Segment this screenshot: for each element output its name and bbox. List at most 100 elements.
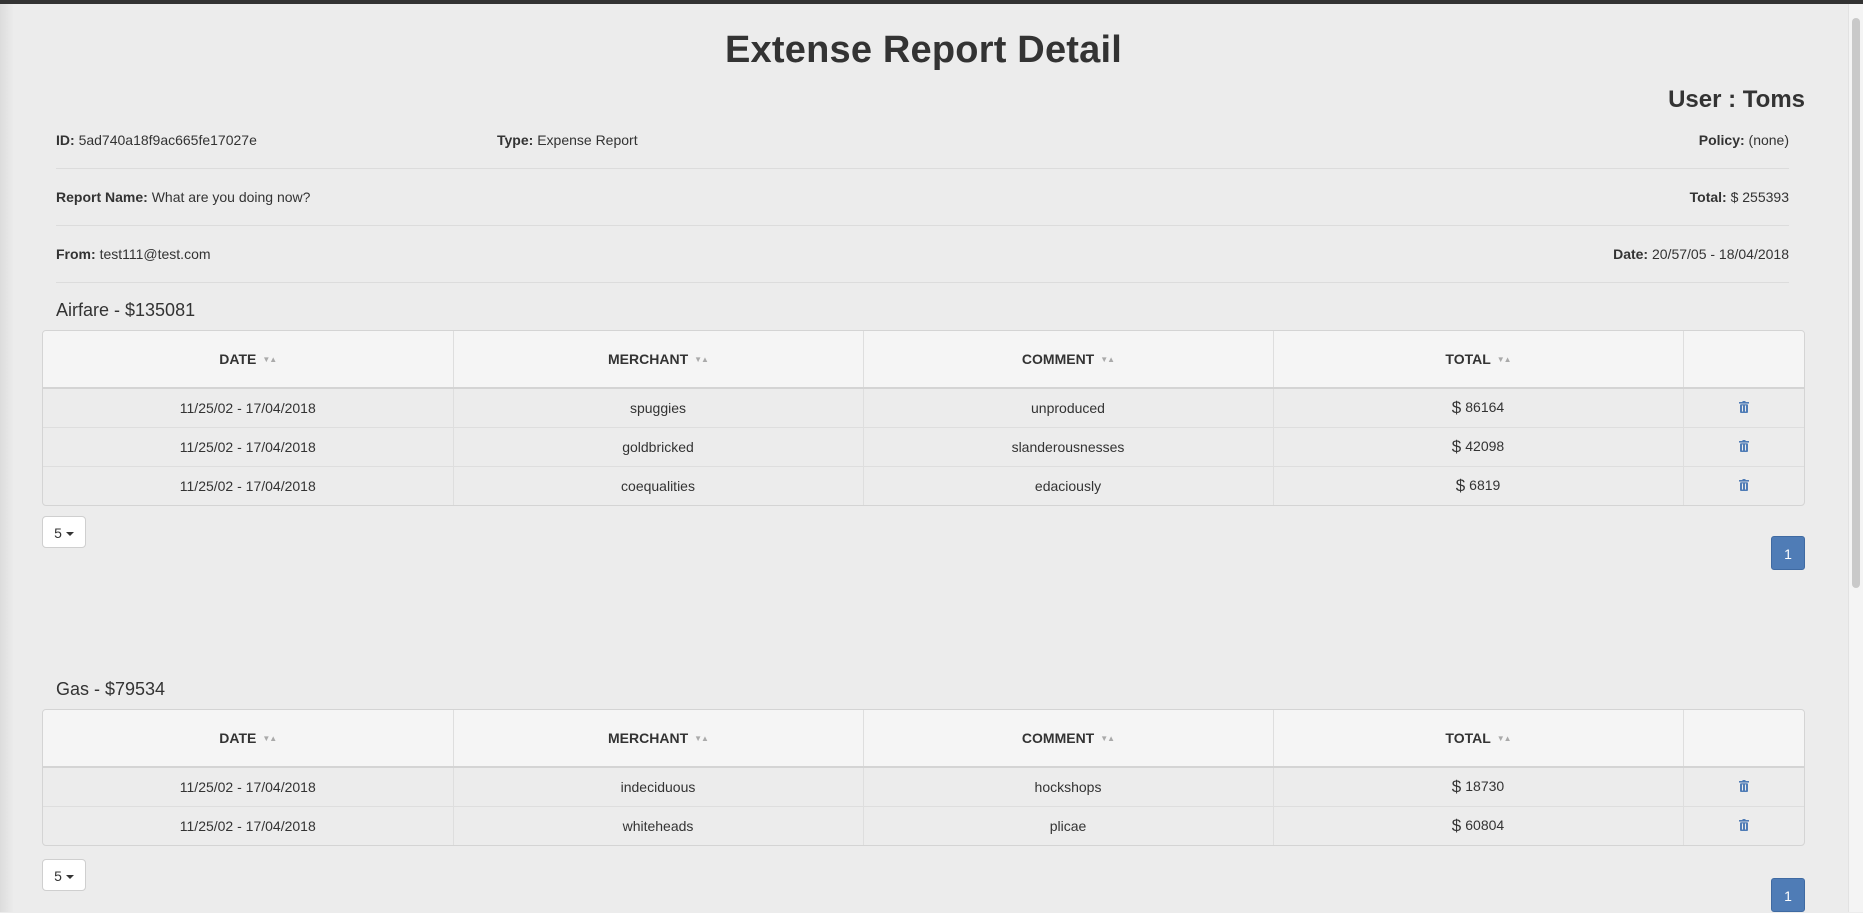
cell-date: 11/25/02 - 17/04/2018: [43, 767, 454, 807]
id-value: 5ad740a18f9ac665fe17027e: [78, 132, 257, 148]
caret-down-icon: [65, 875, 74, 879]
currency-symbol: $: [1455, 476, 1466, 495]
report-date: Date: 20/57/05 - 18/04/2018: [1613, 226, 1789, 282]
column-header-total[interactable]: TOTAL ▼▲: [1273, 710, 1684, 768]
section-title-gas: Gas - $79534: [56, 679, 166, 699]
sort-icon[interactable]: ▼▲: [1497, 355, 1512, 364]
cell-actions: [1683, 767, 1804, 807]
pagination-page-1[interactable]: 1: [1771, 536, 1805, 570]
info-row-name: Report Name: What are you doing now? Tot…: [56, 169, 1789, 226]
sort-icon[interactable]: ▼▲: [1497, 734, 1512, 743]
total-amount: 86164: [1465, 399, 1505, 415]
table-row: 11/25/02 - 17/04/2018 whiteheads plicae …: [43, 806, 1804, 845]
cell-merchant: indeciduous: [453, 767, 864, 807]
date-value: 20/57/05 - 18/04/2018: [1651, 246, 1789, 262]
page-size-dropdown[interactable]: 5: [42, 516, 86, 548]
cell-date: 11/25/02 - 17/04/2018: [43, 388, 454, 428]
cell-comment: slanderousnesses: [863, 427, 1274, 467]
sort-icon[interactable]: ▼▲: [262, 355, 277, 364]
cell-total: $6819: [1273, 466, 1684, 505]
total-amount: 18730: [1465, 778, 1505, 794]
cell-total: $60804: [1273, 806, 1684, 845]
sort-icon[interactable]: ▼▲: [262, 734, 277, 743]
column-header-actions: [1683, 331, 1804, 389]
currency-symbol: $: [1451, 437, 1462, 456]
total-amount: 60804: [1465, 817, 1505, 833]
policy-label: Policy:: [1698, 132, 1745, 148]
trash-icon[interactable]: [1738, 819, 1749, 831]
report-name-value: What are you doing now?: [151, 189, 311, 205]
table-row: 11/25/02 - 17/04/2018 spuggies unproduce…: [43, 388, 1804, 428]
table-row: 11/25/02 - 17/04/2018 goldbricked slande…: [43, 427, 1804, 467]
expense-table-airfare: DATE ▼▲ MERCHANT ▼▲ COMMENT ▼▲ TOTAL ▼▲ 11/2…: [42, 330, 1805, 506]
column-header-merchant[interactable]: MERCHANT ▼▲: [453, 710, 864, 768]
type-value: Expense Report: [537, 132, 638, 148]
date-label: Date:: [1613, 246, 1649, 262]
table-row: 11/25/02 - 17/04/2018 indeciduous hocksh…: [43, 767, 1804, 807]
scrollbar-thumb[interactable]: [1852, 18, 1860, 588]
trash-icon[interactable]: [1738, 780, 1749, 792]
trash-icon[interactable]: [1738, 440, 1749, 452]
report-name-label: Report Name:: [56, 189, 148, 205]
trash-icon[interactable]: [1738, 479, 1749, 491]
cell-date: 11/25/02 - 17/04/2018: [43, 806, 454, 845]
column-header-comment[interactable]: COMMENT ▼▲: [863, 710, 1274, 768]
column-header-total[interactable]: TOTAL ▼▲: [1273, 331, 1684, 389]
info-row-from: From: test111@test.com Date: 20/57/05 - …: [56, 226, 1789, 283]
total-label: Total:: [1689, 189, 1727, 205]
report-total: Total: $ 255393: [1690, 169, 1789, 225]
policy-value: (none): [1748, 132, 1789, 148]
report-info: ID: 5ad740a18f9ac665fe17027e Type: Expen…: [56, 112, 1789, 283]
sort-icon[interactable]: ▼▲: [1100, 355, 1115, 364]
info-row-id: ID: 5ad740a18f9ac665fe17027e Type: Expen…: [56, 112, 1789, 169]
section-title-airfare: Airfare - $135081: [56, 300, 196, 320]
trash-icon[interactable]: [1738, 401, 1749, 413]
cell-merchant: spuggies: [453, 388, 864, 428]
report-id: ID: 5ad740a18f9ac665fe17027e: [56, 112, 257, 168]
cell-actions: [1683, 806, 1804, 845]
currency-symbol: $: [1451, 777, 1462, 796]
column-header-date[interactable]: DATE ▼▲: [43, 710, 454, 768]
sort-icon[interactable]: ▼▲: [694, 355, 709, 364]
sort-icon[interactable]: ▼▲: [1100, 734, 1115, 743]
column-header-comment[interactable]: COMMENT ▼▲: [863, 331, 1274, 389]
left-edge-shade: [0, 4, 14, 912]
cell-date: 11/25/02 - 17/04/2018: [43, 427, 454, 467]
user-label: User : Toms: [1668, 86, 1805, 113]
cell-total: $42098: [1273, 427, 1684, 467]
cell-comment: edaciously: [863, 466, 1274, 505]
report-policy: Policy: (none): [1699, 112, 1789, 168]
cell-actions: [1683, 466, 1804, 505]
cell-total: $18730: [1273, 767, 1684, 807]
column-header-actions: [1683, 710, 1804, 768]
cell-comment: plicae: [863, 806, 1274, 845]
cell-actions: [1683, 388, 1804, 428]
total-amount: 6819: [1469, 477, 1501, 493]
page-size-dropdown[interactable]: 5: [42, 859, 86, 891]
cell-merchant: whiteheads: [453, 806, 864, 845]
id-label: ID:: [56, 132, 75, 148]
currency-symbol: $: [1451, 398, 1462, 417]
from-label: From:: [56, 246, 96, 262]
pagination-page-1[interactable]: 1: [1771, 878, 1805, 912]
cell-date: 11/25/02 - 17/04/2018: [43, 466, 454, 505]
total-value: $ 255393: [1730, 189, 1789, 205]
total-amount: 42098: [1465, 438, 1505, 454]
sort-icon[interactable]: ▼▲: [694, 734, 709, 743]
vertical-scrollbar[interactable]: [1848, 4, 1863, 912]
caret-down-icon: [65, 532, 74, 536]
from-value: test111@test.com: [99, 246, 211, 262]
type-label: Type:: [497, 132, 534, 148]
table-row: 11/25/02 - 17/04/2018 coequalities edaci…: [43, 466, 1804, 505]
cell-comment: hockshops: [863, 767, 1274, 807]
cell-total: $86164: [1273, 388, 1684, 428]
report-page: Extense Report Detail User : Toms ID: 5a…: [42, 4, 1805, 912]
report-from: From: test111@test.com: [56, 226, 211, 282]
column-header-merchant[interactable]: MERCHANT ▼▲: [453, 331, 864, 389]
cell-merchant: coequalities: [453, 466, 864, 505]
cell-actions: [1683, 427, 1804, 467]
expense-table-gas: DATE ▼▲ MERCHANT ▼▲ COMMENT ▼▲ TOTAL ▼▲ 11/2…: [42, 709, 1805, 846]
column-header-date[interactable]: DATE ▼▲: [43, 331, 454, 389]
cell-comment: unproduced: [863, 388, 1274, 428]
page-title: Extense Report Detail: [725, 29, 1122, 71]
